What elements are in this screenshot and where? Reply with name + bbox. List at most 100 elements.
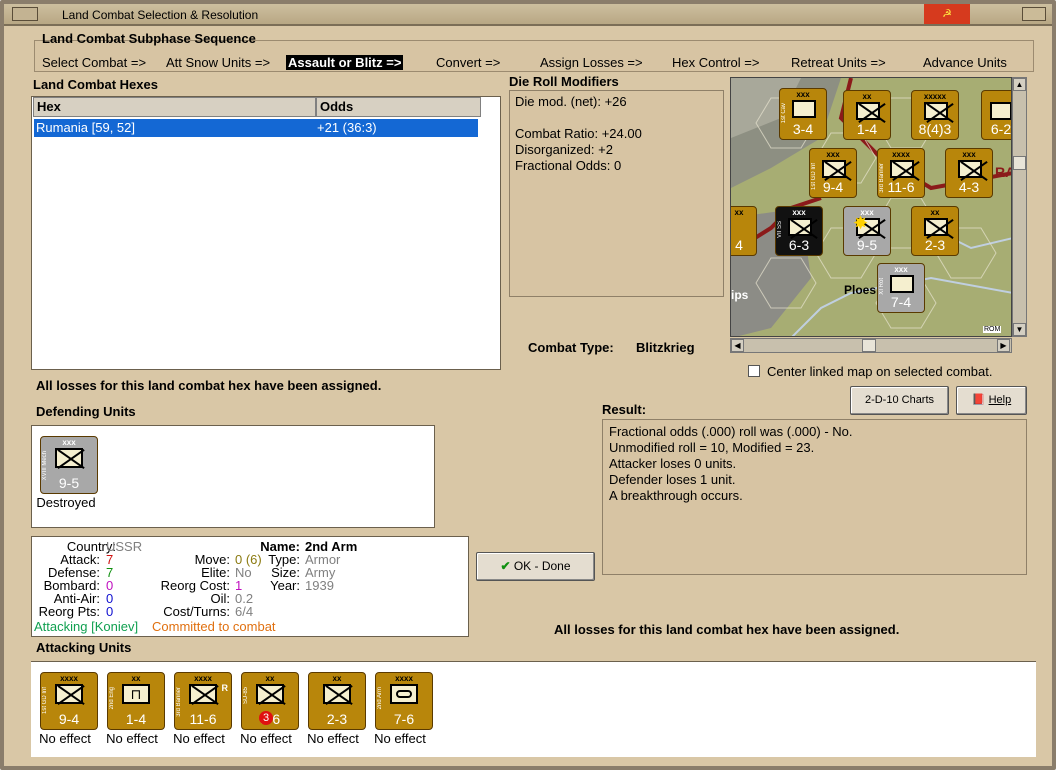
committed-status: Committed to combat [152, 619, 276, 634]
hex-cell: Rumania [59, 52] [36, 120, 136, 135]
map-vertical-scrollbar[interactable]: ▲ ▼ [1012, 77, 1027, 337]
step-convert[interactable]: Convert => [436, 55, 500, 70]
result-box: Fractional odds (.000) roll was (.000) -… [602, 419, 1027, 575]
reserve-marker: R [221, 683, 229, 693]
scroll-left-icon[interactable]: ◀ [731, 339, 744, 352]
defending-unit[interactable]: xxx XVIII Mech 9-5 [40, 436, 98, 494]
map-unit[interactable]: xxx 1st Cav 3-4 [779, 88, 827, 140]
result-heading: Result: [602, 402, 647, 417]
result-line: A breakthrough occurs. [609, 488, 743, 503]
step-advance-units[interactable]: Advance Units [923, 55, 1007, 70]
reorg-pts-label: Reorg Pts: [38, 604, 100, 619]
unit-badge: 3 [259, 711, 273, 725]
attacking-unit[interactable]: xx 2-3 [308, 672, 366, 730]
charts-button[interactable]: 2-D-10 Charts [850, 386, 949, 415]
ussr-flag-icon: ☭ [924, 4, 970, 24]
attacking-unit[interactable]: xx 2nd Eng ⊓ 1-4 [107, 672, 165, 730]
sequence-heading: Land Combat Subphase Sequence [42, 31, 256, 46]
reorg-pts-value: 0 [106, 604, 114, 619]
map-unit[interactable]: xx 2-3 [911, 206, 959, 256]
help-button[interactable]: 📕 Help [956, 386, 1027, 415]
attacking-unit-status: No effect [173, 731, 225, 746]
unit-symbol [792, 100, 816, 118]
unit-symbol [890, 160, 914, 178]
combat-type-value: Blitzkrieg [636, 340, 695, 355]
hexes-table: Hex Odds Rumania [59, 52] +21 (36:3) [31, 96, 501, 370]
combat-burst-icon: ✸ [853, 213, 869, 233]
attacking-unit-status: No effect [106, 731, 158, 746]
infantry-symbol-icon [55, 448, 83, 468]
map-unit[interactable]: xxx 1st GD Inf 9-4 [809, 148, 857, 198]
engineer-symbol-icon: ⊓ [122, 684, 150, 704]
losses-assigned-message-2: All losses for this land combat hex have… [554, 622, 900, 637]
map-unit[interactable]: xxxx 3rd Banner 11-6 [877, 148, 925, 198]
result-line: Fractional odds (.000) roll was (.000) -… [609, 424, 853, 439]
attacking-unit[interactable]: xxxx 2nd Arm 7-6 [375, 672, 433, 730]
center-map-checkbox[interactable] [748, 365, 760, 377]
step-select-combat[interactable]: Select Combat => [42, 55, 146, 70]
unit-symbol [990, 102, 1011, 120]
result-line: Defender loses 1 unit. [609, 472, 736, 487]
step-assault-or-blitz[interactable]: Assault or Blitz => [286, 55, 404, 70]
defending-units-box: xxx XVIII Mech 9-5 Destroyed [31, 425, 435, 528]
attacking-unit-status: No effect [307, 731, 359, 746]
scroll-thumb[interactable] [1013, 156, 1026, 170]
odds-cell: +21 (36:3) [317, 120, 377, 135]
map-unit[interactable]: xx 4 [731, 206, 757, 256]
map-unit[interactable]: xxx XI Rot 7-4 [877, 263, 925, 313]
disorganized-line: Disorganized: +2 [515, 142, 613, 157]
attacking-unit[interactable]: xxxx 3rd Banner R 11-6 [174, 672, 232, 730]
restore-button[interactable] [1022, 7, 1046, 21]
unit-symbol [958, 160, 982, 178]
scroll-right-icon[interactable]: ▶ [997, 339, 1010, 352]
step-retreat-units[interactable]: Retreat Units => [791, 55, 886, 70]
map-label-west: ips [731, 288, 749, 302]
infantry-symbol-icon [189, 684, 217, 704]
checkmark-icon: ✔ [500, 559, 511, 573]
infantry-symbol-icon [55, 684, 83, 704]
unit-symbol [890, 275, 914, 293]
unit-symbol [856, 102, 880, 120]
map-unit[interactable]: xxx 4-3 [945, 148, 993, 198]
attacking-leader-status: Attacking [Koniev] [34, 619, 139, 634]
hex-map[interactable]: xxx 1st Cav 3-4 xx 1-4 xxxxx 8(4)3 6-2 xxx 1s… [730, 77, 1012, 337]
map-horizontal-scrollbar[interactable]: ◀ ▶ [730, 338, 1012, 353]
attacking-unit[interactable]: xxxx 1st GD Inf 9-4 [40, 672, 98, 730]
map-unit[interactable]: xxxxx 8(4)3 [911, 90, 959, 140]
cost-turns-label: Cost/Turns: [163, 604, 230, 619]
defending-heading: Defending Units [36, 404, 136, 419]
ok-done-button[interactable]: ✔ OK - Done [476, 552, 595, 581]
map-unit[interactable]: xxx VII SS 6-3 [775, 206, 823, 256]
year-value: 1939 [305, 578, 334, 593]
step-assign-losses[interactable]: Assign Losses => [540, 55, 643, 70]
step-att-snow-units[interactable]: Att Snow Units => [166, 55, 270, 70]
attacking-units-box: xxxx 1st GD Inf 9-4 No effect xx 2nd Eng… [31, 661, 1036, 757]
scroll-down-icon[interactable]: ▼ [1013, 323, 1026, 336]
attacking-unit[interactable]: xx SU-85 3-6 3 [241, 672, 299, 730]
step-hex-control[interactable]: Hex Control => [672, 55, 759, 70]
window-menu-icon[interactable] [12, 7, 38, 21]
map-label-rom: ROM [983, 326, 1002, 333]
book-icon: 📕 [971, 394, 986, 406]
defending-unit-status: Destroyed [36, 495, 96, 510]
combat-type-label: Combat Type: [528, 340, 614, 355]
result-line: Unmodified roll = 10, Modified = 23. [609, 440, 815, 455]
unit-symbol [822, 160, 846, 178]
unit-symbol [924, 102, 948, 120]
infantry-symbol-icon [323, 684, 351, 704]
scroll-up-icon[interactable]: ▲ [1013, 78, 1026, 91]
column-header-odds[interactable]: Odds [316, 97, 481, 117]
attacking-unit-status: No effect [374, 731, 426, 746]
die-roll-heading: Die Roll Modifiers [509, 74, 619, 89]
combat-ratio-line: Combat Ratio: +24.00 [515, 126, 642, 141]
scroll-thumb[interactable] [862, 339, 876, 352]
cost-turns-value: 6/4 [235, 604, 254, 619]
map-unit[interactable]: xx 1-4 [843, 90, 891, 140]
table-row[interactable]: Rumania [59, 52] +21 (36:3) [34, 119, 478, 137]
ok-done-label: OK - Done [513, 559, 571, 573]
help-label: Help [988, 394, 1012, 406]
column-header-hex[interactable]: Hex [33, 97, 316, 117]
unit-symbol [924, 218, 948, 236]
map-unit[interactable]: 6-2 [981, 90, 1011, 140]
